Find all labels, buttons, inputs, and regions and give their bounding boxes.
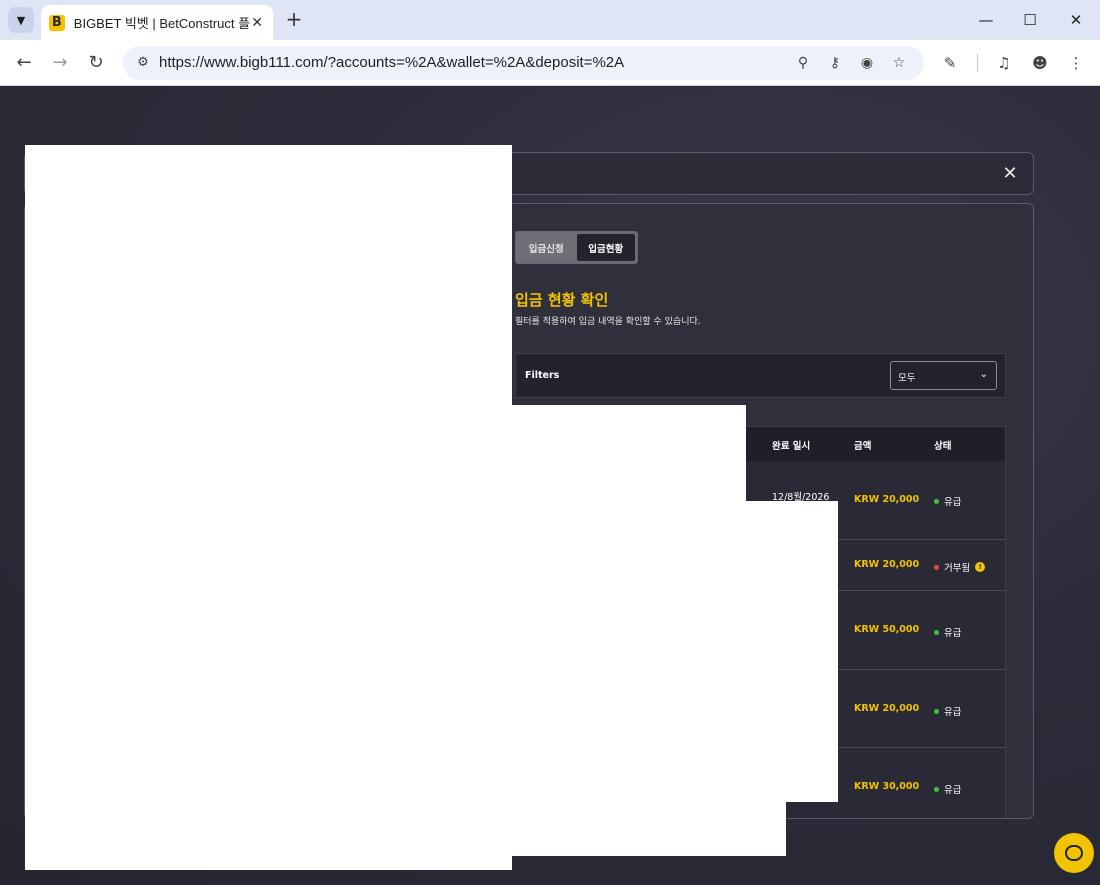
maximize-icon[interactable]: ☐ — [1015, 8, 1045, 32]
redacted-area — [512, 405, 746, 856]
tab-deposit-status[interactable]: 입금현황 — [576, 234, 635, 261]
row-status: 유급 — [934, 782, 961, 796]
reload-icon[interactable]: ↻ — [83, 50, 109, 76]
browser-tabstrip: ▼ B BIGBET 빅벳 | BetConstruct 플 ✕ + — ☐ ✕ — [0, 0, 1100, 40]
section-title: 입금 현황 확인 — [515, 291, 609, 309]
extensions-icon[interactable]: ✎ — [940, 53, 960, 73]
status-dot-icon — [934, 629, 939, 635]
filters-label: Filters — [525, 370, 560, 381]
redacted-area — [746, 802, 786, 856]
minimize-icon[interactable]: — — [971, 8, 1001, 32]
info-icon[interactable]: ! — [975, 562, 986, 572]
browser-toolbar: ← → ↻ ⚙ https://www.bigb111.com/?account… — [0, 40, 1100, 86]
status-filter-value: 모두 — [898, 373, 916, 384]
redacted-area — [25, 145, 512, 870]
eye-off-icon[interactable]: ◉ — [857, 53, 877, 73]
chevron-down-icon: ⌄ — [979, 369, 988, 380]
column-header-date: 완료 일시 — [772, 441, 811, 452]
status-filter-select[interactable]: 모두 ⌄ — [890, 361, 997, 390]
deposit-subtabs: 입금신청 입금현황 — [515, 231, 638, 264]
new-tab-icon[interactable]: + — [282, 8, 306, 32]
menu-icon[interactable]: ⋮ — [1066, 53, 1086, 73]
zoom-icon[interactable]: ⚲ — [793, 53, 813, 73]
status-dot-icon — [934, 498, 939, 504]
row-status: 거부됨 ! — [934, 560, 986, 574]
status-dot-icon — [934, 564, 939, 570]
status-dot-icon — [934, 786, 939, 792]
browser-tab[interactable]: B BIGBET 빅벳 | BetConstruct 플 ✕ — [41, 5, 273, 40]
close-icon[interactable]: ✕ — [999, 163, 1021, 185]
toolbar-divider — [977, 54, 978, 72]
column-header-status: 상태 — [934, 441, 952, 452]
address-bar[interactable]: ⚙ https://www.bigb111.com/?accounts=%2A&… — [123, 46, 924, 80]
status-label: 유급 — [944, 707, 962, 718]
row-amount: KRW 20,000 — [854, 494, 920, 505]
row-amount: KRW 50,000 — [854, 624, 920, 635]
row-amount: KRW 30,000 — [854, 781, 920, 792]
star-icon[interactable]: ☆ — [889, 53, 909, 73]
status-label: 거부됨 — [944, 563, 971, 574]
status-label: 유급 — [944, 497, 962, 508]
profile-icon[interactable]: ☻ — [1030, 53, 1050, 73]
section-description: 필터를 적용하여 입금 내역을 확인할 수 있습니다. — [515, 317, 701, 327]
close-tab-icon[interactable]: ✕ — [251, 15, 263, 31]
tab-title: BIGBET 빅벳 | BetConstruct 플 — [73, 16, 251, 31]
tab-deposit-request[interactable]: 입금신청 — [517, 233, 576, 262]
status-label: 유급 — [944, 628, 962, 639]
site-info-icon[interactable]: ⚙ — [131, 51, 155, 75]
column-header-amount: 금액 — [854, 441, 872, 452]
row-status: 유급 — [934, 625, 961, 639]
page-content: ✕ 입금신청 입금현황 입금 현황 확인 필터를 적용하여 입금 내역을 확인할… — [0, 87, 1100, 885]
status-label: 유급 — [944, 785, 962, 796]
close-window-icon[interactable]: ✕ — [1061, 8, 1091, 32]
chat-support-button[interactable] — [1054, 833, 1094, 873]
url-text[interactable]: https://www.bigb111.com/?accounts=%2A&wa… — [159, 54, 624, 71]
row-amount: KRW 20,000 — [854, 559, 920, 570]
password-key-icon[interactable]: ⚷ — [825, 53, 845, 73]
tab-list-icon[interactable]: ▼ — [8, 7, 34, 33]
status-dot-icon — [934, 708, 939, 714]
site-favicon-icon: B — [49, 14, 65, 31]
chat-bubble-icon — [1065, 845, 1083, 861]
back-icon[interactable]: ← — [11, 50, 37, 76]
media-icon[interactable]: ♫ — [994, 53, 1014, 73]
row-amount: KRW 20,000 — [854, 703, 920, 714]
redacted-area — [746, 501, 838, 802]
row-status: 유급 — [934, 494, 961, 508]
filters-bar: Filters 모두 ⌄ — [515, 353, 1006, 398]
row-status: 유급 — [934, 704, 961, 718]
forward-icon[interactable]: → — [47, 50, 73, 76]
